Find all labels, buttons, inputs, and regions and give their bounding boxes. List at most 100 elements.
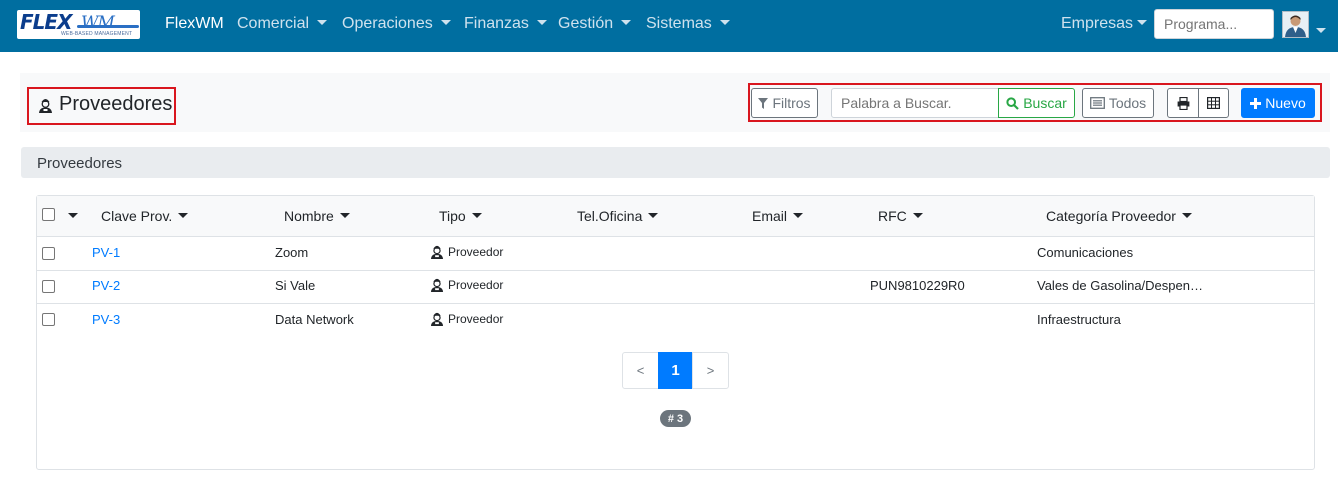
menu-finanzas-label: Finanzas — [464, 15, 529, 32]
menu-finanzas[interactable]: Finanzas — [464, 15, 547, 33]
supplier-icon — [38, 97, 53, 118]
select-all-checkbox[interactable] — [42, 208, 55, 221]
chevron-down-icon — [1137, 20, 1148, 25]
col-email[interactable]: Email — [752, 208, 804, 224]
programa-input[interactable] — [1154, 9, 1274, 39]
row-nombre: Data Network — [275, 312, 354, 327]
section-title: Proveedores — [37, 155, 123, 172]
sort-icon — [1181, 213, 1192, 218]
row-clave-link[interactable]: PV-1 — [92, 245, 120, 260]
grid-view-button[interactable] — [1198, 88, 1229, 118]
col-nombre[interactable]: Nombre — [284, 208, 350, 224]
menu-sistemas-label: Sistemas — [646, 15, 712, 32]
menu-empresas-label: Empresas — [1061, 15, 1134, 32]
todos-button[interactable]: Todos — [1082, 88, 1154, 118]
section-header — [21, 147, 1330, 178]
row-checkbox[interactable] — [42, 280, 55, 293]
filtros-button[interactable]: Filtros — [751, 88, 818, 118]
pagination-prev[interactable]: < — [622, 352, 659, 389]
bulk-actions-dropdown[interactable] — [68, 208, 78, 224]
menu-empresas[interactable]: Empresas — [1061, 15, 1148, 33]
row-categoria: Infraestructura — [1037, 312, 1121, 327]
chevron-down-icon — [68, 213, 78, 218]
menu-sistemas[interactable]: Sistemas — [646, 15, 730, 33]
row-tipo: Proveedor — [430, 244, 503, 259]
chevron-down-icon — [1316, 28, 1326, 33]
menu-gestion[interactable]: Gestión — [558, 15, 632, 33]
row-rfc: PUN9810229R0 — [870, 278, 965, 293]
list-icon — [1089, 97, 1105, 109]
row-checkbox[interactable] — [42, 313, 55, 326]
sort-icon — [339, 213, 350, 218]
chevron-down-icon — [317, 20, 328, 25]
menu-gestion-label: Gestión — [558, 15, 614, 32]
filtros-label: Filtros — [772, 95, 811, 111]
chevron-down-icon — [719, 20, 730, 25]
col-rfc-label: RFC — [878, 208, 907, 224]
col-email-label: Email — [752, 208, 788, 224]
sort-icon — [471, 213, 482, 218]
row-divider — [37, 303, 1314, 304]
menu-operaciones-label: Operaciones — [342, 15, 433, 32]
menu-comercial-label: Comercial — [237, 15, 310, 32]
supplier-icon — [430, 312, 444, 326]
filter-icon — [758, 97, 769, 109]
top-navbar: FLEX WM WEB-BASED MANAGEMENT FlexWM Come… — [0, 0, 1338, 52]
todos-label: Todos — [1108, 95, 1147, 111]
pagination-next[interactable]: > — [692, 352, 729, 389]
chevron-down-icon — [440, 20, 451, 25]
buscar-label: Buscar — [1023, 95, 1067, 111]
page-title: Proveedores — [59, 93, 173, 115]
menu-operaciones[interactable]: Operaciones — [342, 15, 451, 33]
row-divider — [37, 270, 1314, 271]
record-count-badge: # 3 — [660, 410, 691, 427]
chevron-down-icon — [536, 20, 547, 25]
print-button[interactable] — [1167, 88, 1199, 118]
row-clave-link[interactable]: PV-3 — [92, 312, 120, 327]
col-tel-oficina[interactable]: Tel.Oficina — [577, 208, 659, 224]
search-input[interactable] — [831, 88, 999, 118]
sort-icon — [912, 213, 923, 218]
col-rfc[interactable]: RFC — [878, 208, 923, 224]
col-clave-label: Clave Prov. — [101, 208, 173, 224]
row-categoria: Vales de Gasolina/Despen… — [1037, 278, 1203, 293]
row-tipo: Proveedor — [430, 311, 503, 326]
flexwm-logo[interactable]: FLEX WM WEB-BASED MANAGEMENT — [17, 10, 140, 39]
logo-text-wm: WM — [81, 13, 115, 33]
row-nombre: Si Vale — [275, 278, 316, 293]
row-tipo-label: Proveedor — [448, 245, 504, 259]
row-categoria: Comunicaciones — [1037, 245, 1134, 260]
search-icon — [1006, 96, 1019, 110]
nuevo-label: Nuevo — [1265, 95, 1306, 111]
plus-icon — [1250, 97, 1262, 109]
logo-swoosh — [77, 25, 139, 28]
pagination-current[interactable]: 1 — [658, 352, 693, 389]
row-tipo-label: Proveedor — [448, 278, 504, 292]
col-tipo[interactable]: Tipo — [439, 208, 482, 224]
print-icon — [1177, 96, 1189, 110]
user-avatar[interactable] — [1282, 11, 1309, 38]
row-tipo: Proveedor — [430, 277, 503, 292]
col-clave[interactable]: Clave Prov. — [101, 208, 189, 224]
supplier-icon — [430, 245, 444, 259]
row-nombre: Zoom — [275, 245, 309, 260]
table-icon — [1207, 97, 1220, 109]
row-clave-link[interactable]: PV-2 — [92, 278, 120, 293]
col-tipo-label: Tipo — [439, 208, 466, 224]
col-tel-label: Tel.Oficina — [577, 208, 643, 224]
supplier-icon — [430, 278, 444, 292]
avatar-dropdown[interactable] — [1316, 23, 1326, 41]
sort-icon — [793, 213, 804, 218]
chevron-down-icon — [621, 20, 632, 25]
nuevo-button[interactable]: Nuevo — [1241, 88, 1315, 118]
col-categoria-label: Categoría Proveedor — [1046, 208, 1176, 224]
logo-subtitle: WEB-BASED MANAGEMENT — [61, 31, 133, 37]
sort-icon — [178, 213, 189, 218]
buscar-button[interactable]: Buscar — [998, 88, 1075, 118]
menu-comercial[interactable]: Comercial — [237, 15, 328, 33]
sort-icon — [648, 213, 659, 218]
user-avatar-icon — [1283, 12, 1308, 37]
row-checkbox[interactable] — [42, 247, 55, 260]
col-categoria[interactable]: Categoría Proveedor — [1046, 208, 1192, 224]
nav-brand[interactable]: FlexWM — [165, 15, 224, 33]
